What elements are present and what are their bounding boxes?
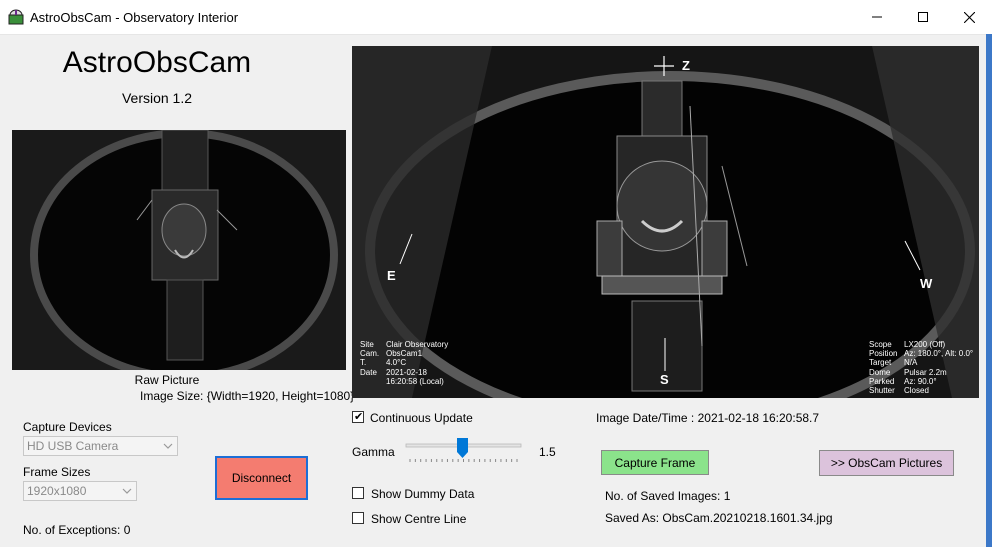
continuous-update-label: Continuous Update: [370, 411, 473, 425]
image-datetime-label: Image Date/Time :: [596, 411, 695, 425]
overlay-position-key: Position: [869, 349, 898, 358]
saved-as-label: Saved As:: [605, 511, 660, 525]
raw-picture-caption: Raw Picture: [134, 373, 200, 387]
overlay-site-key: Site: [360, 340, 374, 349]
continuous-update-checkbox[interactable]: ✔: [352, 411, 364, 423]
check-icon: ✔: [354, 411, 364, 423]
image-size-readout: Image Size: {Width=1920, Height=1080}: [140, 389, 354, 403]
maximize-icon: [918, 12, 928, 22]
minimize-icon: [872, 16, 882, 18]
overlay-position-value: Az: 180.0°, Alt: 0.0°: [904, 349, 974, 358]
overlay-date-value: 2021-02-18: [386, 368, 427, 377]
show-dummy-data-checkbox[interactable]: [352, 487, 364, 499]
overlay-cam-key: Cam.: [360, 349, 380, 358]
frame-size-value: 1920x1080: [27, 484, 87, 498]
exceptions-label: No. of Exceptions:: [23, 523, 121, 537]
processed-picture: Z E W S Site Cam. T. Date Clair Observat…: [352, 46, 979, 398]
image-datetime-value: 2021-02-18 16:20:58.7: [697, 411, 820, 425]
east-marker: E: [387, 268, 396, 283]
frame-sizes-label: Frame Sizes: [23, 465, 91, 479]
west-marker: W: [920, 276, 933, 291]
gamma-slider-thumb[interactable]: [456, 438, 468, 458]
disconnect-button[interactable]: Disconnect: [215, 456, 308, 500]
overlay-site-value: Clair Observatory: [386, 340, 449, 349]
close-button[interactable]: [946, 0, 992, 34]
raw-picture: [12, 130, 346, 370]
title-bar[interactable]: AstroObsCam - Observatory Interior: [0, 0, 992, 35]
show-centre-line-checkbox[interactable]: [352, 512, 364, 524]
maximize-button[interactable]: [900, 0, 946, 34]
image-size-label: Image Size:: [140, 389, 204, 403]
overlay-scope-value: LX200 (Off): [904, 340, 946, 349]
overlay-date-key: Date: [360, 368, 377, 377]
overlay-cam-value: ObsCam1: [386, 349, 423, 358]
capture-devices-label: Capture Devices: [23, 420, 112, 434]
app-version: Version 1.2: [121, 90, 193, 106]
capture-frame-button[interactable]: Capture Frame: [601, 450, 709, 475]
saved-as-filename: ObsCam.20210218.1601.34.jpg: [662, 511, 833, 525]
overlay-target-value: N/A: [904, 358, 918, 367]
minimize-button[interactable]: [854, 0, 900, 34]
saved-as-readout: Saved As: ObsCam.20210218.1601.34.jpg: [605, 511, 833, 525]
overlay-scope-key: Scope: [869, 340, 892, 349]
window-edge: [986, 34, 992, 547]
raw-picture-image: [12, 130, 346, 370]
exceptions-count: 0: [123, 523, 131, 537]
zenith-marker: Z: [682, 58, 690, 73]
saved-images-count: 1: [723, 489, 731, 503]
close-icon: [963, 11, 975, 23]
show-centre-line-label: Show Centre Line: [371, 512, 467, 526]
overlay-shutter-value: Closed: [904, 386, 929, 395]
frame-size-select[interactable]: 1920x1080: [23, 481, 137, 501]
gamma-slider[interactable]: [405, 437, 522, 465]
gamma-value: 1.5: [539, 445, 556, 459]
image-size-value: {Width=1920, Height=1080}: [206, 389, 355, 403]
overlay-dome-key: Dome: [869, 368, 891, 377]
overlay-parked-key: Parked: [869, 377, 895, 386]
capture-device-select[interactable]: HD USB Camera: [23, 436, 178, 456]
capture-device-value: HD USB Camera: [27, 439, 119, 453]
overlay-shutter-key: Shutter: [869, 386, 895, 395]
app-icon: [8, 9, 24, 25]
obscam-pictures-button[interactable]: >> ObsCam Pictures: [819, 450, 954, 476]
overlay-target-key: Target: [869, 358, 892, 367]
saved-images-readout: No. of Saved Images: 1: [605, 489, 730, 503]
overlay-temp-value: 4.0°C: [386, 358, 407, 367]
overlay-parked-value: Az: 90.0°: [904, 377, 937, 386]
overlay-dome-value: Pulsar 2.2m: [904, 368, 947, 377]
window-title: AstroObsCam - Observatory Interior: [30, 10, 239, 25]
show-dummy-data-label: Show Dummy Data: [371, 487, 475, 501]
image-datetime-readout: Image Date/Time : 2021-02-18 16:20:58.7: [596, 411, 819, 425]
saved-images-label: No. of Saved Images:: [605, 489, 721, 503]
chevron-down-icon: [163, 443, 173, 449]
app-heading: AstroObsCam: [62, 46, 252, 79]
south-marker: S: [660, 372, 669, 387]
gamma-label: Gamma: [352, 445, 395, 459]
chevron-down-icon: [122, 488, 132, 494]
exceptions-readout: No. of Exceptions: 0: [23, 523, 130, 537]
overlay-temp-key: T.: [360, 358, 367, 367]
overlay-time-value: 16:20:58 (Local): [386, 377, 444, 386]
